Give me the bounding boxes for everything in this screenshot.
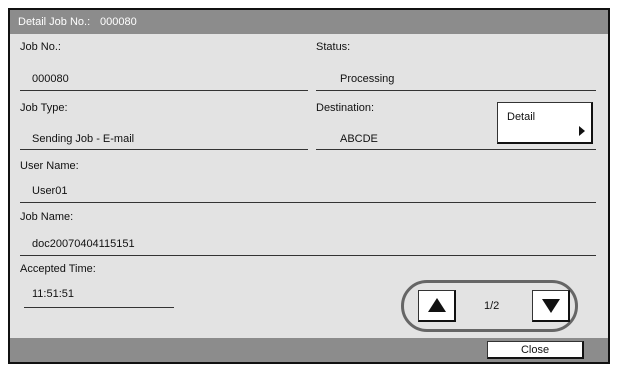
detail-button[interactable]: Detail	[497, 102, 593, 144]
close-button[interactable]: Close	[487, 341, 584, 359]
page-indicator: 1/2	[484, 300, 500, 312]
job-name-label: Job Name:	[20, 211, 74, 223]
status-label: Status:	[316, 41, 351, 53]
accepted-time-value: 11:51:51	[32, 288, 75, 300]
accepted-time-divider	[24, 307, 174, 308]
down-triangle-icon	[542, 299, 560, 313]
title-job-number: 000080	[100, 16, 137, 28]
title-bar: Detail Job No.: 000080	[10, 10, 608, 34]
page-navigator: 1/2	[401, 280, 578, 332]
destination-value: ABCDE	[340, 133, 378, 145]
job-no-divider	[20, 90, 308, 91]
right-arrow-icon	[579, 126, 585, 136]
title-label: Detail Job No.:	[18, 16, 91, 28]
job-name-divider	[20, 255, 596, 256]
job-type-divider	[20, 149, 308, 150]
job-detail-panel: Detail Job No.: 000080 Job No.: 000080 S…	[8, 8, 610, 364]
job-no-value: 000080	[32, 73, 69, 85]
job-no-label: Job No.:	[20, 41, 61, 53]
detail-button-label: Detail	[507, 111, 536, 123]
user-name-divider	[20, 202, 596, 203]
job-type-value: Sending Job - E-mail	[32, 133, 135, 145]
job-type-label: Job Type:	[20, 102, 68, 114]
status-value: Processing	[340, 73, 395, 85]
up-triangle-icon	[428, 298, 446, 312]
destination-divider	[316, 149, 596, 150]
user-name-label: User Name:	[20, 160, 79, 172]
accepted-time-label: Accepted Time:	[20, 263, 96, 275]
user-name-value: User01	[32, 185, 68, 197]
page-down-button[interactable]	[532, 290, 570, 322]
status-divider	[316, 90, 596, 91]
footer-bar: Close	[10, 338, 608, 362]
destination-label: Destination:	[316, 102, 375, 114]
job-name-value: doc20070404115151	[32, 238, 135, 250]
page-up-button[interactable]	[418, 290, 456, 322]
